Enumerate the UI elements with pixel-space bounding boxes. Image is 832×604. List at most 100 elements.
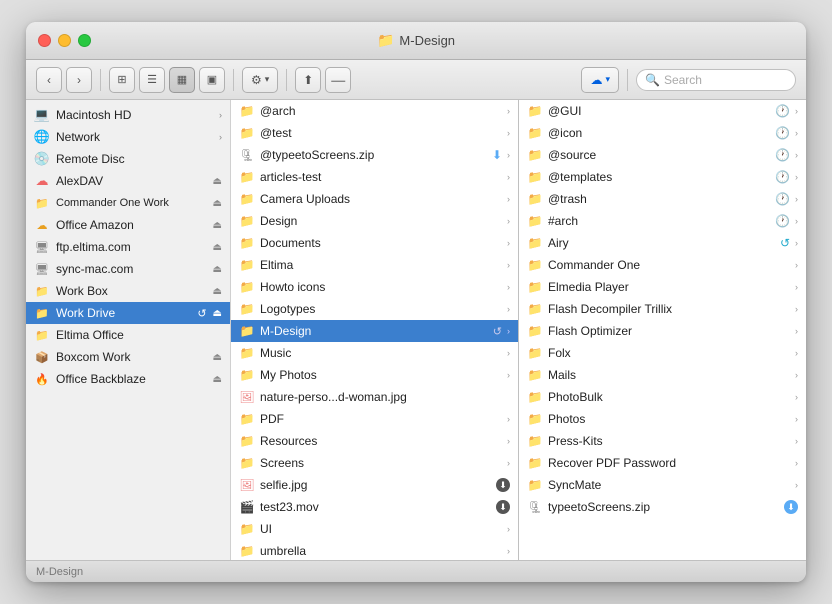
file-row[interactable]: 🖼 nature-perso...d-woman.jpg [231,386,518,408]
sync-badge: ↺ › [493,325,510,338]
sidebar-item-network[interactable]: 🌐 Network › [26,126,230,148]
file-row[interactable]: 📁 @icon 🕐 › [519,122,806,144]
file-row[interactable]: 📁 Eltima › [231,254,518,276]
sidebar-item-alexdav[interactable]: ☁ AlexDAV ⏏ [26,170,230,192]
file-row[interactable]: 📁 @arch › [231,100,518,122]
file-row[interactable]: 📁 Howto icons › [231,276,518,298]
search-box[interactable]: 🔍 Search [636,69,796,91]
folder-icon: 📁 [239,213,255,229]
sidebar-item-office-amazon[interactable]: ☁ Office Amazon ⏏ [26,214,230,236]
file-row[interactable]: 📁 Airy ↺ › [519,232,806,254]
file-row[interactable]: 🗜 typeetoScreens.zip ⬇ [519,496,806,518]
clock-badge: 🕐 › [775,192,798,206]
forward-button[interactable]: › [66,67,92,93]
file-row[interactable]: 📁 Flash Decompiler Trillix › [519,298,806,320]
folder-icon: 📁 [527,213,543,229]
view-icon-button[interactable]: ⊞ [109,67,135,93]
minimize-button[interactable] [58,34,71,47]
sidebar-item-boxcom-work[interactable]: 📦 Boxcom Work ⏏ [26,346,230,368]
file-row[interactable]: 📁 PDF › [231,408,518,430]
file-row[interactable]: 📁 Folx › [519,342,806,364]
clock-badge: 🕐 › [775,170,798,184]
sidebar-item-remote-disc[interactable]: 💿 Remote Disc [26,148,230,170]
office-backblaze-eject: ⏏ [213,374,222,385]
folder-icon: 📁 [527,235,543,251]
sidebar-item-work-box[interactable]: 📁 Work Box ⏏ [26,280,230,302]
file-row[interactable]: 📁 @test › [231,122,518,144]
file-row[interactable]: 🖼 selfie.jpg ⬇ [231,474,518,496]
folder-icon: 📁 [527,323,543,339]
right-panel: 📁 @GUI 🕐 › 📁 @icon 🕐 › [519,100,806,560]
download-badge: ⬇ [496,500,510,514]
clock-badge: 🕐 › [775,214,798,228]
sidebar-item-commander-one-work[interactable]: 📁 Commander One Work ⏏ [26,192,230,214]
file-row[interactable]: 📁 @source 🕐 › [519,144,806,166]
folder-icon: 📁 [239,411,255,427]
file-panels: 📁 @arch › 📁 @test › 🗜 @typeetoScreens.zi… [231,100,806,560]
file-row[interactable]: 📁 articles-test › [231,166,518,188]
network-icon: 🌐 [34,129,50,145]
sync-badge: ↺ › [780,236,798,250]
file-row[interactable]: 📁 @trash 🕐 › [519,188,806,210]
sidebar-item-ftp-eltima[interactable]: 🖥 ftp.eltima.com ⏏ [26,236,230,258]
file-row[interactable]: 📁 SyncMate › [519,474,806,496]
file-row[interactable]: 📁 My Photos › [231,364,518,386]
sidebar-item-eltima-office[interactable]: 📁 Eltima Office [26,324,230,346]
file-row[interactable]: 🗜 @typeetoScreens.zip ⬇ › [231,144,518,166]
back-button[interactable]: ‹ [36,67,62,93]
folder-icon: 📁 [527,125,543,141]
action-button[interactable]: ⚙ ▾ [242,67,278,93]
office-amazon-icon: ☁ [34,217,50,233]
maximize-button[interactable] [78,34,91,47]
file-row[interactable]: 📁 Photos › [519,408,806,430]
view-gallery-button[interactable]: ▣ [199,67,225,93]
title-text: M-Design [399,33,455,48]
file-row[interactable]: 📁 UI › [231,518,518,540]
file-row[interactable]: 📁 #arch 🕐 › [519,210,806,232]
traffic-lights [38,34,91,47]
toolbar: ‹ › ⊞ ☰ ▦ ▣ ⚙ ▾ ⬆ — ☁ ▾ 🔍 Search [26,60,806,100]
file-row[interactable]: 📁 @templates 🕐 › [519,166,806,188]
file-row[interactable]: 📁 @GUI 🕐 › [519,100,806,122]
file-row[interactable]: 📁 Design › [231,210,518,232]
sidebar-item-work-drive[interactable]: 📁 Work Drive ↺ ⏏ [26,302,230,324]
zip-icon: 🗜 [527,499,543,515]
tag-button[interactable]: — [325,67,351,93]
close-button[interactable] [38,34,51,47]
folder-icon: 📁 [527,345,543,361]
file-row[interactable]: 📁 Screens › [231,452,518,474]
file-row[interactable]: 📁 Press-Kits › [519,430,806,452]
work-drive-icon: 📁 [34,305,50,321]
commander-one-work-icon: 📁 [34,195,50,211]
file-row[interactable]: 📁 Logotypes › [231,298,518,320]
left-panel-content: 📁 @arch › 📁 @test › 🗜 @typeetoScreens.zi… [231,100,518,560]
file-row[interactable]: 📁 Documents › [231,232,518,254]
file-row[interactable]: 📁 Music › [231,342,518,364]
sidebar-item-macintosh-hd[interactable]: 💻 Macintosh HD › [26,104,230,126]
file-row[interactable]: 📁 umbrella › [231,540,518,560]
file-row[interactable]: 📁 Commander One › [519,254,806,276]
sidebar-item-office-backblaze[interactable]: 🔥 Office Backblaze ⏏ [26,368,230,390]
left-panel: 📁 @arch › 📁 @test › 🗜 @typeetoScreens.zi… [231,100,518,560]
work-drive-eject: ⏏ [213,308,222,319]
share-button[interactable]: ⬆ [295,67,321,93]
video-icon: 🎬 [239,499,255,515]
office-amazon-eject: ⏏ [213,220,222,231]
clock-badge: 🕐 › [775,104,798,118]
file-row[interactable]: 📁 Camera Uploads › [231,188,518,210]
status-text: M-Design [36,566,83,578]
view-list-button[interactable]: ☰ [139,67,165,93]
file-row[interactable]: 📁 Resources › [231,430,518,452]
toolbar-separator-4 [627,69,628,91]
file-row[interactable]: 📁 Mails › [519,364,806,386]
file-row[interactable]: 📁 PhotoBulk › [519,386,806,408]
file-row[interactable]: 📁 Flash Optimizer › [519,320,806,342]
folder-icon: 📁 [527,103,543,119]
dropbox-button[interactable]: ☁ ▾ [581,67,619,93]
file-row[interactable]: 📁 Recover PDF Password › [519,452,806,474]
sidebar-item-sync-mac[interactable]: 🖥 sync-mac.com ⏏ [26,258,230,280]
file-row-m-design[interactable]: 📁 M-Design ↺ › [231,320,518,342]
file-row[interactable]: 📁 Elmedia Player › [519,276,806,298]
view-column-button[interactable]: ▦ [169,67,195,93]
file-row[interactable]: 🎬 test23.mov ⬇ [231,496,518,518]
